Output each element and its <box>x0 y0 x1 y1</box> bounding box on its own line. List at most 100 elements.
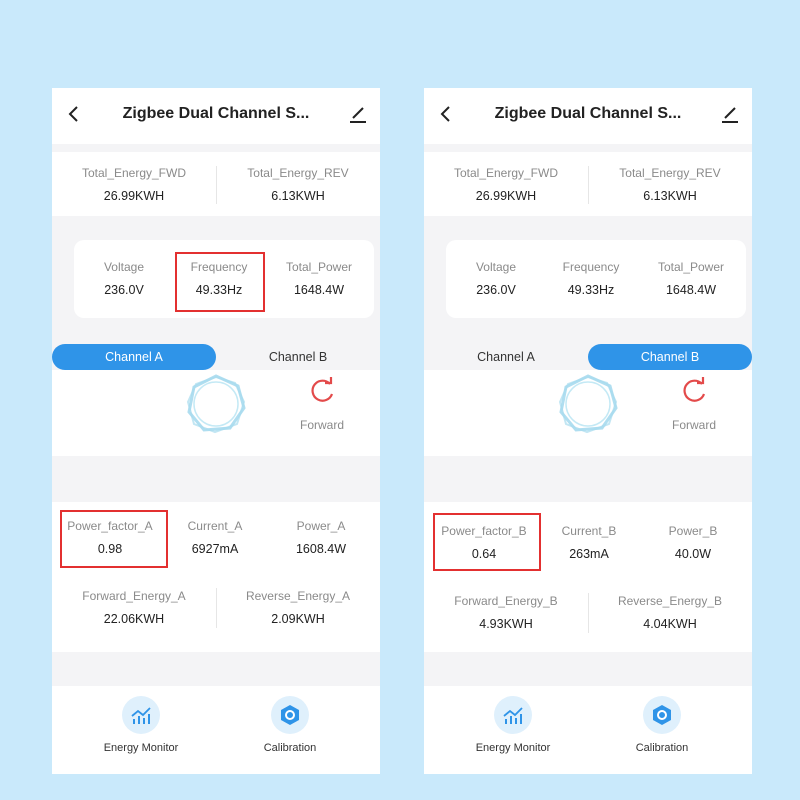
reverse-energy-cell: Reverse_Energy_B 4.04KWH <box>588 594 752 631</box>
page-title: Zigbee Dual Channel S... <box>122 105 310 122</box>
direction-label: Forward <box>672 418 717 432</box>
measurement-card: Voltage 236.0V Frequency 49.33Hz Total_P… <box>446 240 746 318</box>
nav-energy-monitor-label: Energy Monitor <box>475 742 551 754</box>
total-energy-fwd-label: Total_Energy_FWD <box>81 166 187 180</box>
forward-energy-value: 4.93KWH <box>479 617 533 631</box>
refresh-arrow-icon[interactable] <box>680 375 710 405</box>
nav-icon-wrap <box>271 696 309 734</box>
channel-visual: Forward <box>52 370 380 456</box>
total-energy-rev: Total_Energy_REV 6.13KWH <box>216 166 380 203</box>
forward-energy-value: 22.06KWH <box>103 612 165 626</box>
voltage-cell: Voltage 236.0V <box>74 260 174 297</box>
forward-energy-cell: Forward_Energy_B 4.93KWH <box>424 594 588 631</box>
nav-energy-monitor[interactable]: Energy Monitor <box>458 696 568 754</box>
nav-icon-wrap <box>122 696 160 734</box>
forward-energy-label: Forward_Energy_A <box>82 589 186 603</box>
total-energy-rev-label: Total_Energy_REV <box>247 166 349 180</box>
total-energy-fwd-value: 26.99KWH <box>475 189 537 203</box>
power-factor-highlight-box <box>60 510 168 568</box>
total-power-cell: Total_Power 1648.4W <box>636 260 746 297</box>
total-energy-rev-label: Total_Energy_REV <box>619 166 721 180</box>
nav-calibration[interactable]: Calibration <box>607 696 717 754</box>
reverse-energy-label: Reverse_Energy_B <box>617 594 723 608</box>
voltage-value: 236.0V <box>104 283 144 297</box>
power-ring-icon <box>558 374 618 434</box>
edit-pencil-icon[interactable] <box>346 102 370 126</box>
app-header: Zigbee Dual Channel S... <box>52 88 380 144</box>
back-chevron-icon[interactable] <box>62 102 86 126</box>
channel-visual: Forward <box>424 370 752 456</box>
power-label: Power_B <box>668 524 718 538</box>
line-chart-icon <box>131 707 151 724</box>
nav-energy-monitor-label: Energy Monitor <box>103 742 179 754</box>
channel-tabs: Channel A Channel B <box>52 344 380 370</box>
total-energy-rev-value: 6.13KWH <box>643 189 697 203</box>
back-chevron-icon[interactable] <box>434 102 458 126</box>
channel-details-card: Power_factor_B 0.64 Current_B 263mA Powe… <box>424 502 752 652</box>
reverse-energy-value: 4.04KWH <box>643 617 697 631</box>
total-power-label: Total_Power <box>657 260 725 274</box>
power-value: 40.0W <box>674 547 712 561</box>
total-power-label: Total_Power <box>285 260 353 274</box>
phone-screen-channel-b: Zigbee Dual Channel S... Total_Energy_FW… <box>424 88 752 774</box>
nav-energy-monitor[interactable]: Energy Monitor <box>86 696 196 754</box>
frequency-cell: Frequency 49.33Hz <box>546 260 636 297</box>
voltage-label: Voltage <box>103 260 145 274</box>
frequency-highlight-box <box>175 252 265 312</box>
power-label: Power_A <box>296 519 346 533</box>
nav-calibration[interactable]: Calibration <box>235 696 345 754</box>
hexagon-gear-icon <box>281 705 299 725</box>
channel-tabs: Channel A Channel B <box>424 344 752 370</box>
direction-label: Forward <box>300 418 345 432</box>
power-ring-icon <box>186 374 246 434</box>
current-value: 263mA <box>569 547 609 561</box>
power-cell: Power_B 40.0W <box>634 524 752 561</box>
total-energy-rev-value: 6.13KWH <box>271 189 325 203</box>
frequency-value: 49.33Hz <box>567 283 615 297</box>
bottom-nav: Energy Monitor Calibration <box>424 686 752 774</box>
total-energy-fwd-value: 26.99KWH <box>103 189 165 203</box>
current-cell: Current_B 263mA <box>544 524 634 561</box>
measurement-card: Voltage 236.0V Frequency 49.33Hz Total_P… <box>74 240 374 318</box>
phone-screen-channel-a: Zigbee Dual Channel S... Total_Energy_FW… <box>52 88 380 774</box>
voltage-cell: Voltage 236.0V <box>446 260 546 297</box>
tab-channel-a[interactable]: Channel A <box>424 344 588 370</box>
tab-channel-a[interactable]: Channel A <box>52 344 216 370</box>
power-value: 1608.4W <box>295 542 347 556</box>
bottom-nav: Energy Monitor Calibration <box>52 686 380 774</box>
voltage-value: 236.0V <box>476 283 516 297</box>
total-power-value: 1648.4W <box>665 283 717 297</box>
hexagon-gear-icon <box>653 705 671 725</box>
page-title: Zigbee Dual Channel S... <box>494 105 682 122</box>
forward-energy-label: Forward_Energy_B <box>454 594 558 608</box>
total-energy-card: Total_Energy_FWD 26.99KWH Total_Energy_R… <box>424 152 752 216</box>
nav-icon-wrap <box>643 696 681 734</box>
reverse-energy-cell: Reverse_Energy_A 2.09KWH <box>216 589 380 626</box>
tab-channel-b[interactable]: Channel B <box>588 344 752 370</box>
power-factor-highlight-box <box>433 513 541 571</box>
edit-pencil-icon[interactable] <box>718 102 742 126</box>
current-label: Current_B <box>561 524 617 538</box>
voltage-label: Voltage <box>475 260 517 274</box>
frequency-label: Frequency <box>562 260 620 274</box>
channel-details-card: Power_factor_A 0.98 Current_A 6927mA Pow… <box>52 502 380 652</box>
total-energy-fwd: Total_Energy_FWD 26.99KWH <box>52 166 216 203</box>
reverse-energy-value: 2.09KWH <box>271 612 325 626</box>
current-label: Current_A <box>187 519 243 533</box>
total-energy-fwd: Total_Energy_FWD 26.99KWH <box>424 166 588 203</box>
refresh-arrow-icon[interactable] <box>308 375 338 405</box>
total-power-cell: Total_Power 1648.4W <box>264 260 374 297</box>
app-header: Zigbee Dual Channel S... <box>424 88 752 144</box>
nav-calibration-label: Calibration <box>635 742 689 754</box>
nav-icon-wrap <box>494 696 532 734</box>
power-cell: Power_A 1608.4W <box>262 519 380 556</box>
line-chart-icon <box>503 707 523 724</box>
total-energy-card: Total_Energy_FWD 26.99KWH Total_Energy_R… <box>52 152 380 216</box>
reverse-energy-label: Reverse_Energy_A <box>245 589 351 603</box>
tab-channel-b[interactable]: Channel B <box>216 344 380 370</box>
nav-calibration-label: Calibration <box>263 742 317 754</box>
total-energy-rev: Total_Energy_REV 6.13KWH <box>588 166 752 203</box>
current-value: 6927mA <box>191 542 239 556</box>
total-power-value: 1648.4W <box>293 283 345 297</box>
total-energy-fwd-label: Total_Energy_FWD <box>453 166 559 180</box>
